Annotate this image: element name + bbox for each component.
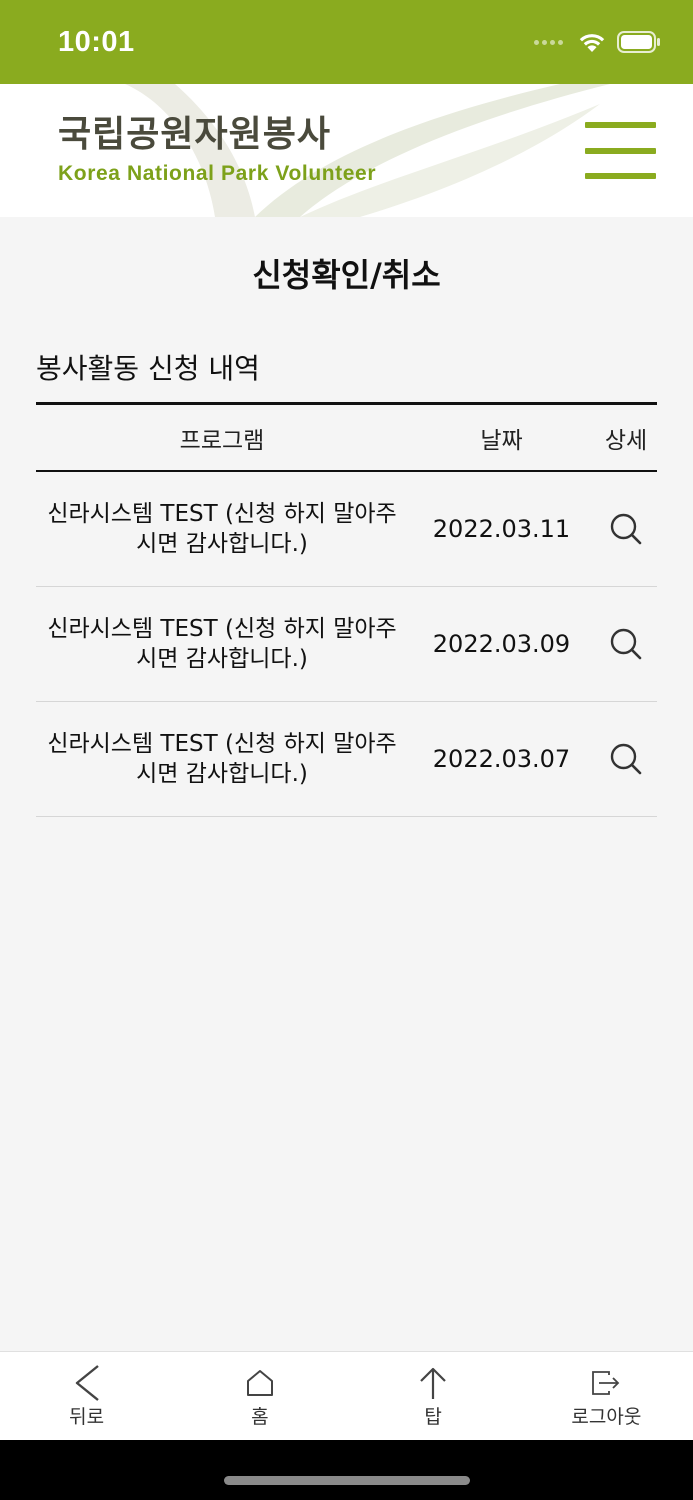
status-icons — [534, 30, 661, 54]
screen: 10:01 국립공원자원봉사 Korea National Park Volun… — [0, 0, 693, 1500]
bottom-nav: 뒤로 홈 탑 로그아웃 — [0, 1351, 693, 1440]
logout-icon — [592, 1371, 620, 1395]
logo-title: 국립공원자원봉사 — [58, 114, 331, 155]
app-header: 국립공원자원봉사 Korea National Park Volunteer — [0, 84, 693, 217]
nav-top-button[interactable]: 탑 — [347, 1352, 520, 1440]
system-home-area — [0, 1440, 693, 1500]
program-name: 신라시스템 TEST (신청 하지 말아주시면 감사합니다.) — [47, 501, 397, 557]
table-header: 프로그램 날짜 상세 — [36, 402, 657, 472]
nav-top-label: 탑 — [424, 1406, 442, 1428]
home-icon — [246, 1370, 273, 1396]
program-date: 2022.03.09 — [432, 630, 571, 658]
nav-back-label: 뒤로 — [69, 1406, 105, 1428]
program-name: 신라시스템 TEST (신청 하지 말아주시면 감사합니다.) — [47, 731, 397, 787]
back-arrow-icon — [75, 1365, 99, 1401]
section-title: 봉사활동 신청 내역 — [36, 352, 260, 385]
detail-button[interactable] — [595, 512, 657, 546]
search-icon — [610, 628, 642, 660]
header-detail: 상세 — [604, 427, 648, 454]
nav-home-button[interactable]: 홈 — [173, 1352, 346, 1440]
nav-back-button[interactable]: 뒤로 — [0, 1352, 173, 1440]
search-icon — [610, 513, 642, 545]
menu-icon-bar — [585, 148, 656, 154]
battery-icon — [617, 31, 660, 53]
page-title: 신청확인/취소 — [252, 256, 441, 294]
up-arrow-icon — [420, 1367, 446, 1399]
home-indicator[interactable] — [224, 1476, 470, 1485]
menu-icon-bar — [585, 173, 656, 179]
detail-button[interactable] — [595, 627, 657, 661]
logo[interactable]: 국립공원자원봉사 Korea National Park Volunteer — [58, 114, 376, 186]
menu-button[interactable] — [585, 122, 656, 180]
nav-home-label: 홈 — [251, 1406, 269, 1428]
nav-logout-button[interactable]: 로그아웃 — [520, 1352, 693, 1440]
table-row: 신라시스템 TEST (신청 하지 말아주시면 감사합니다.) 2022.03.… — [36, 587, 657, 702]
wifi-icon — [579, 34, 605, 52]
header-program: 프로그램 — [179, 427, 265, 454]
search-icon — [610, 743, 642, 775]
status-bar: 10:01 — [0, 0, 693, 84]
detail-button[interactable] — [595, 742, 657, 776]
menu-icon — [585, 122, 656, 128]
cellular-signal-icon — [534, 39, 563, 45]
status-time: 10:01 — [58, 26, 135, 58]
header-date: 날짜 — [480, 427, 523, 454]
program-name: 신라시스템 TEST (신청 하지 말아주시면 감사합니다.) — [47, 616, 397, 672]
program-date: 2022.03.07 — [432, 745, 571, 773]
nav-logout-label: 로그아웃 — [571, 1406, 642, 1428]
application-table: 프로그램 날짜 상세 신라시스템 TEST (신청 하지 말아주시면 감사합니다… — [36, 402, 657, 817]
table-row: 신라시스템 TEST (신청 하지 말아주시면 감사합니다.) 2022.03.… — [36, 702, 657, 817]
program-date: 2022.03.11 — [432, 515, 571, 543]
table-row: 신라시스템 TEST (신청 하지 말아주시면 감사합니다.) 2022.03.… — [36, 472, 657, 587]
logo-subtitle: Korea National Park Volunteer — [58, 162, 377, 185]
